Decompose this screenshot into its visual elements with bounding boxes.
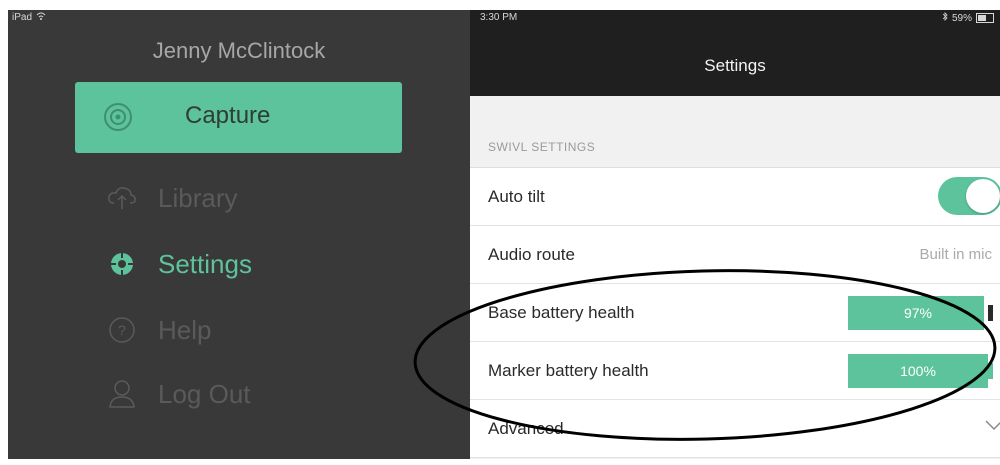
setting-label: Audio route — [488, 244, 575, 264]
bluetooth-icon — [942, 12, 948, 24]
status-bar-right: 59% — [942, 12, 994, 24]
sidebar-item-label: Log Out — [158, 378, 251, 409]
navigation-bar: 3:30 PM 59% Settings — [470, 10, 1000, 96]
setting-row-marker-battery: Marker battery health 100% — [470, 342, 1000, 400]
sidebar-item-settings[interactable]: Settings — [106, 242, 252, 286]
svg-text:?: ? — [118, 322, 126, 338]
base-battery-indicator: 97% — [848, 296, 994, 330]
setting-row-auto-tilt: Auto tilt — [470, 168, 1000, 226]
wifi-icon — [36, 12, 46, 23]
battery-percent: 59% — [951, 12, 972, 24]
sidebar: iPad Jenny McClintock Capture Library Se… — [8, 10, 470, 459]
user-icon — [106, 378, 138, 410]
toggle-knob — [966, 179, 1000, 213]
user-name: Jenny McClintock — [152, 38, 326, 63]
status-bar-left: iPad — [12, 12, 46, 23]
settings-list: Auto tilt Audio route Built in mic Base … — [470, 167, 1000, 458]
settings-panel: 3:30 PM 59% Settings SWIVL SETTINGS Auto… — [470, 10, 1000, 459]
marker-battery-indicator: 100% — [848, 354, 994, 388]
capture-target-icon — [103, 102, 133, 137]
battery-tip — [988, 363, 993, 379]
section-header: SWIVL SETTINGS — [488, 140, 596, 154]
sidebar-item-help[interactable]: ? Help — [106, 308, 211, 352]
setting-label: Auto tilt — [488, 186, 545, 206]
battery-percent-label: 97% — [903, 305, 933, 321]
sidebar-item-label: Library — [158, 182, 238, 213]
battery-percent-label: 100% — [900, 363, 936, 379]
audio-route-value: Built in mic — [919, 246, 992, 263]
battery-icon — [976, 13, 994, 23]
capture-label: Capture — [185, 102, 271, 129]
setting-row-base-battery: Base battery health 97% — [470, 284, 1000, 342]
setting-label: Advanced — [488, 418, 564, 438]
status-time: 3:30 PM — [480, 12, 518, 23]
sidebar-item-label: Help — [158, 314, 212, 345]
capture-button[interactable]: Capture — [75, 82, 402, 153]
sidebar-item-library[interactable]: Library — [106, 176, 237, 220]
device-label: iPad — [12, 12, 33, 23]
setting-label: Marker battery health — [488, 360, 649, 380]
app-frame: iPad Jenny McClintock Capture Library Se… — [8, 10, 1000, 459]
help-icon: ? — [106, 314, 138, 346]
chevron-down-icon — [984, 418, 1000, 436]
page-title: Settings — [704, 56, 766, 75]
cloud-upload-icon — [106, 182, 138, 214]
setting-row-advanced[interactable]: Advanced — [470, 400, 1000, 458]
setting-label: Base battery health — [488, 302, 635, 322]
sidebar-item-label: Settings — [158, 248, 252, 279]
setting-row-audio-route[interactable]: Audio route Built in mic — [470, 226, 1000, 284]
sidebar-item-logout[interactable]: Log Out — [106, 372, 251, 416]
auto-tilt-toggle[interactable] — [938, 177, 1000, 215]
gear-icon — [106, 248, 138, 280]
battery-tip — [988, 305, 993, 321]
